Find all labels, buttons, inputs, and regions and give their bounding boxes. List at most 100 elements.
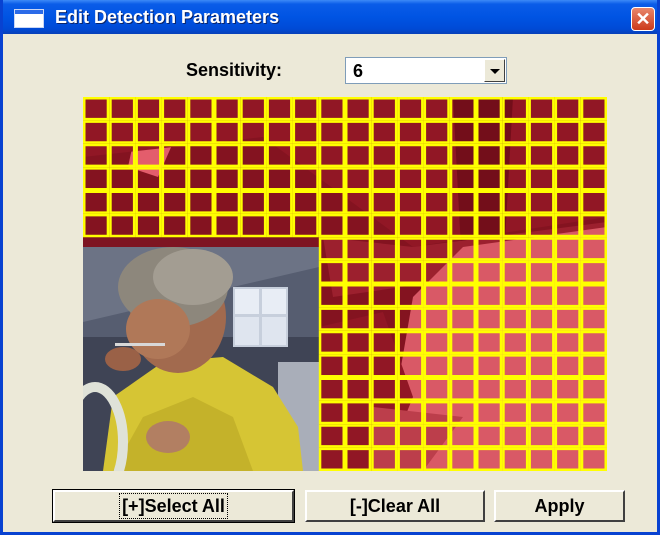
grid-cell[interactable] — [554, 400, 581, 425]
grid-cell[interactable] — [318, 424, 346, 448]
grid-cell[interactable] — [502, 97, 529, 121]
grid-cell[interactable] — [371, 143, 398, 168]
grid-cell[interactable] — [83, 190, 110, 214]
grid-cell[interactable] — [371, 237, 398, 261]
grid-cell[interactable] — [502, 120, 529, 144]
grid-cell[interactable] — [397, 330, 424, 355]
grid-cell[interactable] — [502, 424, 529, 448]
grid-cell[interactable] — [423, 260, 450, 285]
grid-cell[interactable] — [528, 143, 555, 168]
grid-cell[interactable] — [240, 167, 267, 191]
grid-cell[interactable] — [318, 167, 346, 191]
grid-cell[interactable] — [318, 213, 346, 238]
grid-cell[interactable] — [580, 284, 607, 308]
grid-cell[interactable] — [580, 307, 607, 331]
grid-cell[interactable] — [345, 424, 372, 448]
grid-cell[interactable] — [292, 97, 319, 121]
grid-cell[interactable] — [423, 237, 450, 261]
grid-cell[interactable] — [476, 260, 503, 285]
grid-cell[interactable] — [476, 377, 503, 401]
grid-cell[interactable] — [476, 190, 503, 214]
grid-cell[interactable] — [476, 120, 503, 144]
grid-cell[interactable] — [318, 307, 346, 331]
grid-cell[interactable] — [371, 167, 398, 191]
grid-cell[interactable] — [528, 400, 555, 425]
grid-cell[interactable] — [318, 143, 346, 168]
grid-cell[interactable] — [449, 307, 476, 331]
grid-cell[interactable] — [109, 190, 136, 214]
grid-cell[interactable] — [502, 213, 529, 238]
grid-cell[interactable] — [345, 213, 372, 238]
grid-cell[interactable] — [528, 120, 555, 144]
grid-cell[interactable] — [502, 284, 529, 308]
grid-cell[interactable] — [161, 97, 188, 121]
grid-cell[interactable] — [214, 167, 241, 191]
grid-cell[interactable] — [423, 190, 450, 214]
detection-preview[interactable] — [83, 97, 607, 471]
grid-cell[interactable] — [528, 167, 555, 191]
grid-cell[interactable] — [423, 447, 450, 471]
grid-cell[interactable] — [83, 97, 110, 121]
grid-cell[interactable] — [502, 190, 529, 214]
grid-cell[interactable] — [135, 213, 162, 238]
grid-cell[interactable] — [554, 120, 581, 144]
grid-cell[interactable] — [266, 190, 293, 214]
grid-cell[interactable] — [214, 143, 241, 168]
grid-cell[interactable] — [240, 143, 267, 168]
grid-cell[interactable] — [371, 354, 398, 378]
grid-cell[interactable] — [318, 260, 346, 285]
grid-cell[interactable] — [554, 213, 581, 238]
grid-cell[interactable] — [580, 167, 607, 191]
grid-cell[interactable] — [423, 97, 450, 121]
grid-cell[interactable] — [161, 143, 188, 168]
grid-cell[interactable] — [83, 167, 110, 191]
grid-cell[interactable] — [397, 284, 424, 308]
grid-cell[interactable] — [109, 213, 136, 238]
grid-cell[interactable] — [554, 354, 581, 378]
grid-cell[interactable] — [528, 260, 555, 285]
grid-cell[interactable] — [528, 424, 555, 448]
grid-cell[interactable] — [397, 167, 424, 191]
grid-cell[interactable] — [580, 237, 607, 261]
grid-cell[interactable] — [187, 120, 215, 144]
grid-cell[interactable] — [187, 190, 215, 214]
grid-cell[interactable] — [580, 190, 607, 214]
grid-cell[interactable] — [502, 354, 529, 378]
grid-cell[interactable] — [476, 424, 503, 448]
grid-cell[interactable] — [187, 213, 215, 238]
grid-cell[interactable] — [423, 143, 450, 168]
grid-cell[interactable] — [580, 213, 607, 238]
grid-cell[interactable] — [502, 237, 529, 261]
grid-cell[interactable] — [318, 284, 346, 308]
detection-grid[interactable] — [83, 97, 607, 471]
grid-cell[interactable] — [449, 377, 476, 401]
grid-cell[interactable] — [345, 284, 372, 308]
grid-cell[interactable] — [397, 377, 424, 401]
grid-cell[interactable] — [214, 190, 241, 214]
grid-cell[interactable] — [449, 120, 476, 144]
close-button[interactable]: ✕ — [631, 7, 655, 31]
grid-cell[interactable] — [318, 377, 346, 401]
grid-cell[interactable] — [580, 400, 607, 425]
grid-cell[interactable] — [345, 447, 372, 471]
grid-cell[interactable] — [214, 120, 241, 144]
grid-cell[interactable] — [397, 143, 424, 168]
grid-cell[interactable] — [135, 190, 162, 214]
grid-cell[interactable] — [371, 284, 398, 308]
grid-cell[interactable] — [580, 354, 607, 378]
grid-cell[interactable] — [371, 307, 398, 331]
grid-cell[interactable] — [345, 97, 372, 121]
grid-cell[interactable] — [161, 213, 188, 238]
grid-cell[interactable] — [554, 143, 581, 168]
grid-cell[interactable] — [502, 307, 529, 331]
grid-cell[interactable] — [109, 143, 136, 168]
grid-cell[interactable] — [397, 447, 424, 471]
grid-cell[interactable] — [109, 120, 136, 144]
grid-cell[interactable] — [266, 143, 293, 168]
grid-cell[interactable] — [528, 377, 555, 401]
grid-cell[interactable] — [528, 284, 555, 308]
grid-cell[interactable] — [476, 354, 503, 378]
grid-cell[interactable] — [528, 307, 555, 331]
grid-cell[interactable] — [161, 120, 188, 144]
grid-cell[interactable] — [528, 190, 555, 214]
